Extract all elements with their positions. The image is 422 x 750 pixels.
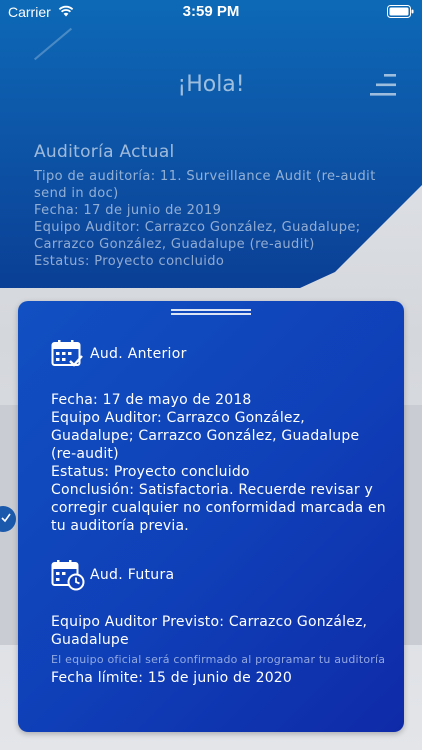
current-audit-details: Tipo de auditoría: 11. Surveillance Audi… — [34, 168, 384, 270]
menu-icon[interactable] — [370, 72, 398, 102]
check-icon — [1, 513, 11, 523]
future-audit-deadline: Fecha límite: 15 de junio de 2020 — [51, 670, 293, 686]
calendar-check-icon — [51, 339, 83, 373]
audit-summary-card[interactable]: Aud. Anterior Fecha: 17 de mayo de 2018 … — [18, 301, 404, 732]
battery-icon — [387, 5, 414, 23]
current-audit-status: Estatus: Proyecto concluido — [34, 254, 225, 269]
greeting-title: ¡Hola! — [177, 72, 245, 97]
status-bar: Carrier 3:59 PM — [0, 0, 422, 24]
drag-handle[interactable] — [171, 309, 251, 315]
clock: 3:59 PM — [182, 3, 240, 20]
current-audit-type: Tipo de auditoría: 11. Surveillance Audi… — [34, 169, 376, 201]
calendar-clock-icon — [51, 559, 85, 595]
current-audit-title: Auditoría Actual — [34, 142, 175, 162]
previous-audit-title: Aud. Anterior — [90, 346, 187, 362]
future-audit-details: Equipo Auditor Previsto: Carrazco Gonzál… — [51, 613, 386, 687]
previous-audit-status: Estatus: Proyecto concluido — [51, 464, 250, 480]
future-audit-note: El equipo oficial será confirmado al pro… — [51, 653, 386, 666]
previous-audit-details: Fecha: 17 de mayo de 2018 Equipo Auditor… — [51, 391, 386, 535]
previous-audit-team: Equipo Auditor: Carrazco González, Guada… — [51, 410, 360, 462]
current-audit-date: Fecha: 17 de junio de 2019 — [34, 203, 222, 218]
future-audit-title: Aud. Futura — [90, 567, 175, 583]
previous-audit-conclusion: Conclusión: Satisfactoria. Recuerde revi… — [51, 482, 386, 534]
previous-audit-date: Fecha: 17 de mayo de 2018 — [51, 392, 252, 408]
current-audit-team: Equipo Auditor: Carrazco González, Guada… — [34, 220, 361, 252]
future-audit-team: Equipo Auditor Previsto: Carrazco Gonzál… — [51, 614, 368, 648]
